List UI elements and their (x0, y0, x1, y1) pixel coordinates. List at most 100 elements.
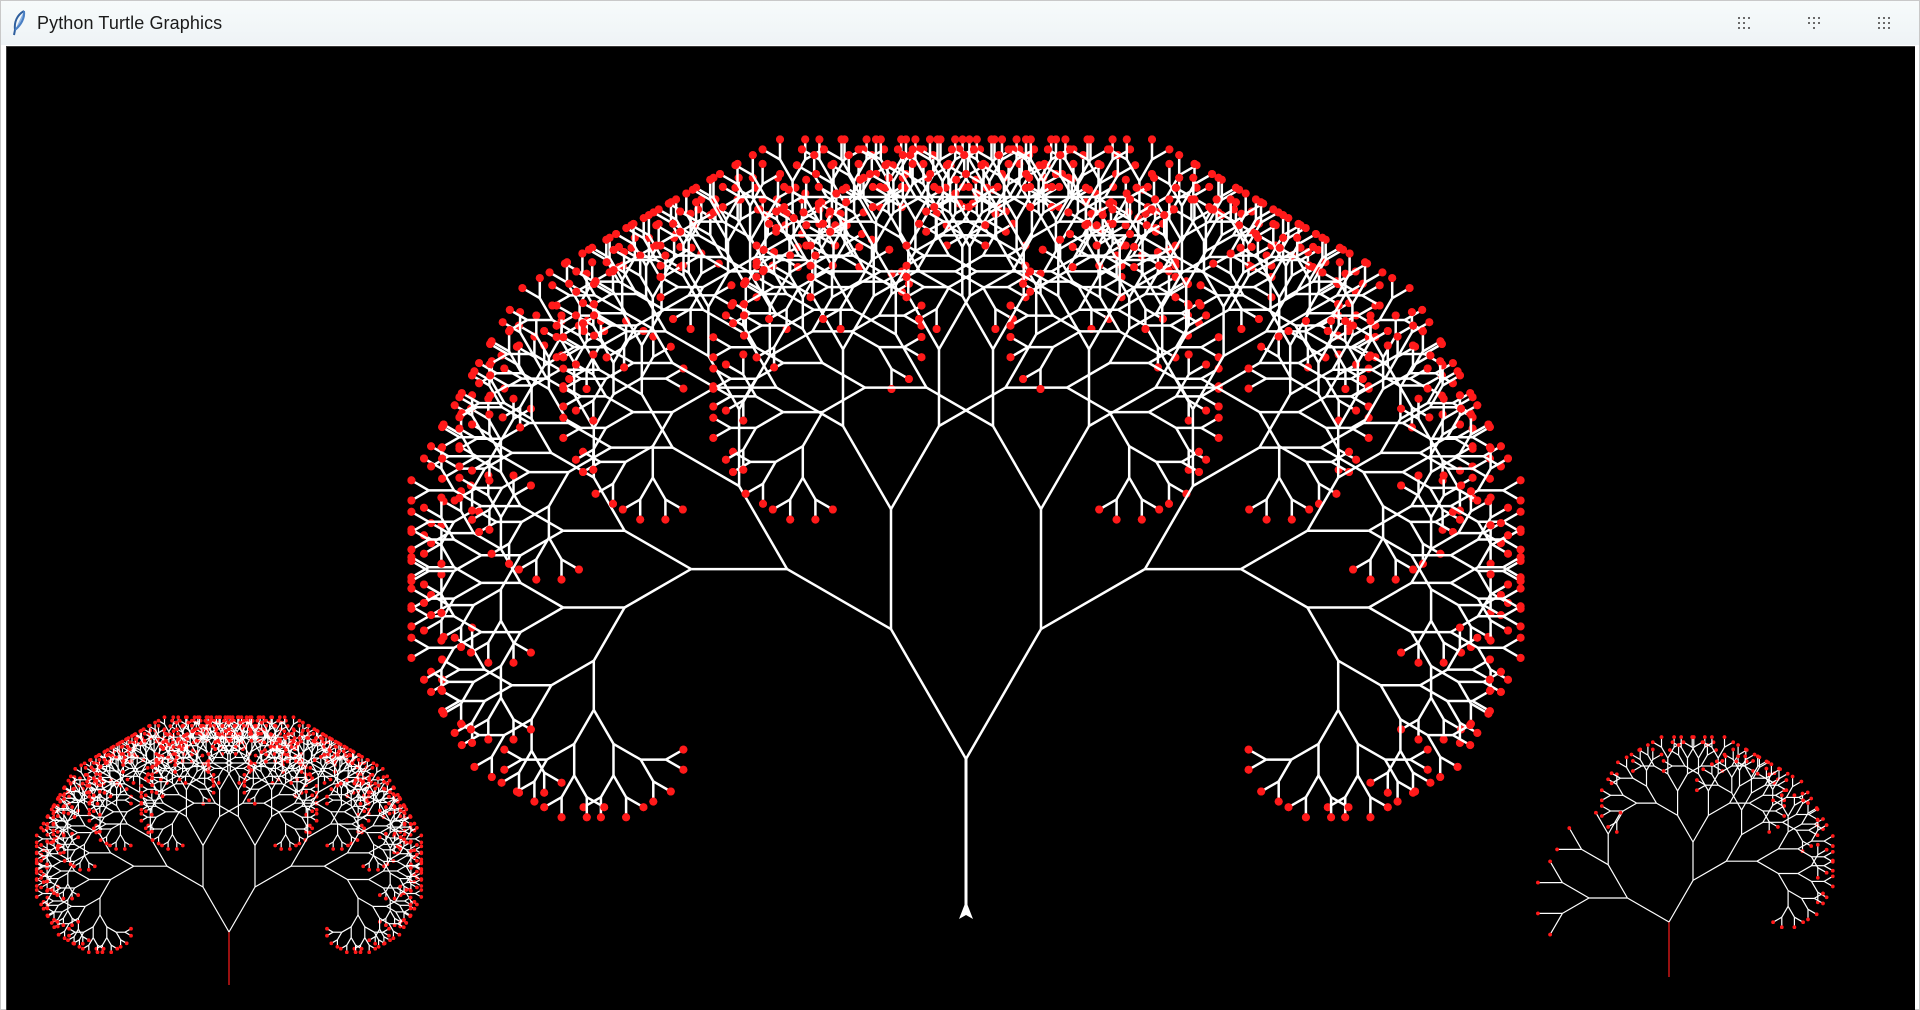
leaf-dot (85, 780, 89, 784)
leaf-dot (1309, 242, 1318, 251)
leaf-dot (622, 224, 631, 233)
branch-segment (1128, 476, 1143, 501)
branch-segment (550, 659, 595, 687)
main-fractal-tree (407, 135, 1525, 915)
leaf-dot (1457, 481, 1466, 490)
leaf-dot (1189, 173, 1198, 182)
leaf-dot (557, 778, 566, 787)
leaf-dot (1484, 420, 1493, 429)
branch-segment (937, 295, 971, 350)
minimize-button[interactable] (1709, 1, 1779, 45)
leaf-dot (1287, 515, 1296, 524)
branch-segment (77, 906, 86, 919)
leaf-dot (837, 135, 846, 144)
leaf-dot (709, 433, 718, 442)
leaf-dot (806, 241, 815, 250)
leaf-dot (965, 135, 974, 144)
branch-segment (484, 684, 513, 703)
branch-segment (1450, 581, 1479, 600)
leaf-dot (917, 353, 926, 362)
branch-segment (84, 897, 101, 907)
leaf-dot (739, 465, 748, 474)
leaf-dot (420, 549, 428, 558)
leaf-dot (102, 750, 107, 754)
leaf-dot (721, 406, 730, 415)
leaf-dot (407, 633, 416, 642)
branch-segment (58, 872, 69, 880)
leaf-dot (1026, 182, 1035, 191)
branch-segment (1039, 425, 1091, 510)
branch-segment (547, 536, 563, 561)
leaf-dot (1092, 221, 1101, 230)
leaf-dot (466, 648, 475, 657)
leaf-dot (1150, 173, 1158, 182)
leaf-dot (1418, 305, 1427, 314)
leaf-dot (1409, 565, 1418, 574)
leaf-dot (1094, 159, 1103, 168)
leaf-dot (55, 847, 60, 851)
branch-segment (991, 425, 1043, 510)
branch-segment (1426, 734, 1442, 758)
leaf-dot (109, 950, 113, 954)
leaf-dot (1026, 287, 1035, 296)
leaf-dot (45, 833, 50, 837)
leaf-dot (62, 797, 66, 801)
branch-segment (605, 395, 634, 414)
leaf-dot (69, 774, 73, 779)
leaf-dot (1148, 135, 1156, 144)
leaf-dot (752, 273, 761, 281)
leaf-dot (455, 493, 464, 502)
leaf-dot (1244, 384, 1253, 393)
branch-segment (1378, 297, 1394, 321)
leaf-dot (1187, 195, 1196, 204)
leaf-dot (475, 359, 484, 368)
leaf-dot (1214, 333, 1223, 342)
leaf-dot (470, 762, 479, 771)
leaf-dot (420, 626, 428, 635)
leaf-dot (1043, 145, 1052, 154)
title-bar[interactable]: Python Turtle Graphics (1, 1, 1919, 45)
leaf-dot (1426, 351, 1435, 360)
branch-segment (83, 854, 90, 864)
leaf-dot (407, 476, 416, 485)
turtle-canvas[interactable] (6, 46, 1915, 1010)
leaf-dot (1171, 183, 1180, 192)
branch-segment (623, 568, 692, 609)
leaf-dot (802, 175, 811, 184)
leaf-dot (590, 331, 598, 340)
branch-segment (453, 554, 482, 573)
leaf-dot (439, 632, 448, 641)
leaf-dot (1516, 545, 1525, 554)
branch-segment (1148, 395, 1177, 414)
leaf-dot (620, 363, 629, 372)
leaf-dot (582, 813, 591, 822)
leaf-dot (819, 315, 828, 323)
leaf-dot (41, 828, 46, 833)
leaf-dot (1004, 145, 1013, 154)
leaf-dot (61, 923, 66, 927)
leaf-dot (639, 803, 648, 812)
branch-segment (51, 855, 62, 862)
leaf-dot (486, 391, 495, 400)
leaf-dot (1214, 413, 1223, 422)
leaf-dot (500, 745, 509, 754)
leaf-dot (1305, 505, 1314, 514)
close-button[interactable] (1849, 1, 1919, 45)
leaf-dot (784, 185, 793, 194)
branch-segment (74, 878, 90, 889)
leaf-dot (81, 946, 85, 951)
leaf-dot (933, 135, 942, 144)
leaf-dot (1122, 135, 1131, 144)
branch-segment (62, 910, 69, 919)
leaf-dot (39, 902, 43, 907)
branch-segment (1278, 476, 1293, 501)
maximize-button[interactable] (1779, 1, 1849, 45)
leaf-dot (1108, 219, 1117, 228)
leaf-dot (51, 839, 56, 844)
leaf-dot (1137, 515, 1146, 524)
leaf-dot (993, 182, 1002, 191)
leaf-dot (45, 906, 49, 910)
leaf-dot (61, 896, 66, 901)
leaf-dot (806, 273, 815, 281)
leaf-dot (688, 185, 697, 194)
